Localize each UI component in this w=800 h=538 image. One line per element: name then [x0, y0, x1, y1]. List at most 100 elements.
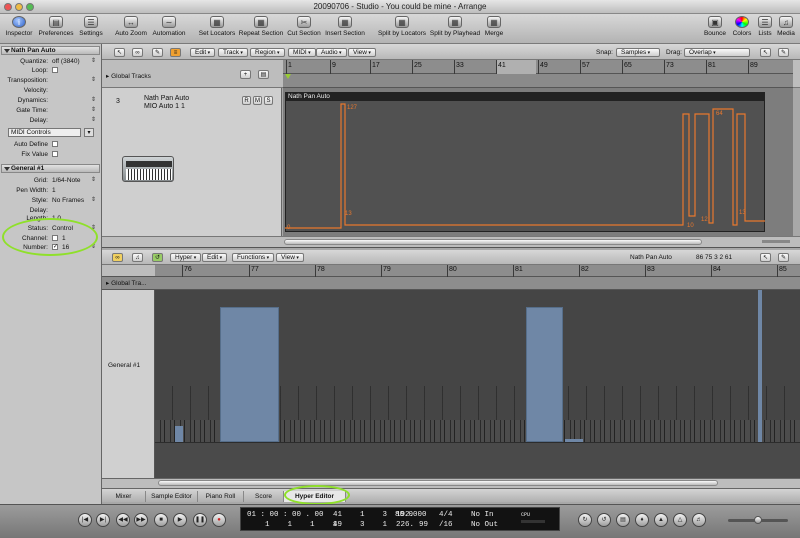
- go-to-start-icon[interactable]: |◀: [78, 513, 92, 527]
- cycle-icon[interactable]: ↻: [578, 513, 592, 527]
- menu-audio[interactable]: Audio: [316, 48, 347, 57]
- replace-icon[interactable]: ▤: [616, 513, 630, 527]
- tab-score[interactable]: Score: [244, 491, 284, 502]
- minimize-icon[interactable]: [15, 3, 23, 11]
- param-quantize[interactable]: Quantize: off (3840) ⇕: [0, 57, 100, 66]
- automation-curve[interactable]: 127 64 13 10 12 13 0: [285, 101, 765, 232]
- tab-sample-editor[interactable]: Sample Editor: [146, 491, 198, 502]
- menu-region[interactable]: Region: [250, 48, 285, 57]
- catch-icon[interactable]: ↺: [152, 253, 163, 262]
- velocity-bar[interactable]: [758, 290, 762, 442]
- flex-icon[interactable]: ≡: [170, 48, 181, 57]
- param-pen-width[interactable]: Pen Width: 1: [0, 186, 100, 195]
- param-delay[interactable]: Delay: ⇕: [0, 116, 100, 125]
- split-by-playhead-button[interactable]: ▦ Split by Playhead: [429, 16, 481, 37]
- lists-button[interactable]: ☰ Lists: [756, 16, 774, 37]
- set-locators-button[interactable]: ▦ Set Locators: [198, 16, 236, 37]
- fast-forward-icon[interactable]: ▶▶: [134, 513, 148, 527]
- param-fix-value[interactable]: Fix Value: [0, 150, 100, 159]
- hyper-editor-canvas[interactable]: [155, 290, 800, 478]
- speaker-icon[interactable]: ♬: [692, 513, 706, 527]
- inspector-button[interactable]: i Inspector: [5, 16, 33, 37]
- pointer-icon[interactable]: ↖: [114, 48, 125, 57]
- pause-icon[interactable]: ❚❚: [193, 513, 207, 527]
- settings-button[interactable]: ☰ Settings: [78, 16, 104, 37]
- zoom-slider[interactable]: [762, 240, 790, 243]
- param-velocity[interactable]: Velocity:: [0, 86, 100, 95]
- menu-he-view[interactable]: View: [276, 253, 304, 262]
- hyper-editor-ruler[interactable]: 76 77 78 79 80 81 82 83 84 85: [155, 265, 800, 277]
- autopunch-icon[interactable]: ↺: [597, 513, 611, 527]
- master-volume-slider[interactable]: [728, 516, 788, 524]
- global-tracks-disclosure[interactable]: ▸ Global Tracks: [106, 72, 151, 80]
- drag-select[interactable]: Overlap: [684, 48, 750, 57]
- he-global-tracks-disclosure[interactable]: ▸ Global Tra...: [106, 279, 146, 287]
- region-parameters-header[interactable]: Nath Pan Auto: [1, 46, 100, 55]
- fix-value-checkbox[interactable]: [52, 151, 58, 157]
- catch-icon[interactable]: ✎: [152, 48, 163, 57]
- link-icon[interactable]: ∞: [112, 253, 123, 262]
- chevron-down-icon[interactable]: ▾: [84, 128, 94, 137]
- menu-track[interactable]: Track: [218, 48, 248, 57]
- snap-select[interactable]: Samples: [616, 48, 660, 57]
- rewind-icon[interactable]: ◀◀: [116, 513, 130, 527]
- auto-zoom-button[interactable]: ↔ Auto Zoom: [115, 16, 147, 37]
- tab-piano-roll[interactable]: Piano Roll: [198, 491, 244, 502]
- volume-knob[interactable]: [754, 516, 762, 524]
- auto-define-checkbox[interactable]: [52, 141, 58, 147]
- region-name[interactable]: Nath Pan Auto: [285, 92, 765, 101]
- param-loop[interactable]: Loop:: [0, 66, 100, 75]
- record-enable-button[interactable]: R: [242, 96, 251, 105]
- tab-mixer[interactable]: Mixer: [102, 491, 146, 502]
- metronome-icon[interactable]: △: [673, 513, 687, 527]
- horizontal-scrollbar[interactable]: [284, 239, 702, 245]
- close-icon[interactable]: [4, 3, 12, 11]
- arrange-ruler[interactable]: 1 9 17 25 33 41 49 57 65 73 81 89: [283, 60, 793, 74]
- param-auto-define[interactable]: Auto Define: [0, 140, 100, 149]
- velocity-bar[interactable]: [526, 307, 563, 442]
- param-style[interactable]: Style: No Frames ⇕: [0, 196, 100, 205]
- bounce-button[interactable]: ▣ Bounce: [702, 16, 728, 37]
- link-icon[interactable]: ∞: [132, 48, 143, 57]
- repeat-section-button[interactable]: ▦ Repeat Section: [238, 16, 284, 37]
- solo-icon[interactable]: ♦: [635, 513, 649, 527]
- zoom-icon[interactable]: [26, 3, 34, 11]
- folder-icon[interactable]: ▤: [258, 70, 269, 79]
- menu-midi[interactable]: MIDI: [288, 48, 316, 57]
- velocity-bar[interactable]: [175, 426, 183, 442]
- pointer-tool-icon[interactable]: ↖: [760, 48, 771, 57]
- media-button[interactable]: ♫ Media: [775, 16, 797, 37]
- param-grid[interactable]: Grid: 1/64-Note ⇕: [0, 176, 100, 185]
- param-dynamics[interactable]: Dynamics: ⇕: [0, 96, 100, 105]
- sync-icon[interactable]: ▲: [654, 513, 668, 527]
- velocity-bar[interactable]: [220, 307, 279, 442]
- solo-button[interactable]: S: [264, 96, 273, 105]
- param-transposition[interactable]: Transposition: ⇕: [0, 76, 100, 85]
- arrange-scroll-bar[interactable]: [102, 236, 800, 248]
- play-icon[interactable]: ▶: [173, 513, 187, 527]
- midi-in-icon[interactable]: ♫: [132, 253, 143, 262]
- cut-section-button[interactable]: ✂ Cut Section: [286, 16, 322, 37]
- insert-section-button[interactable]: ▦ Insert Section: [324, 16, 366, 37]
- midi-controls-dropdown[interactable]: MIDI Controls: [8, 128, 81, 137]
- mute-button[interactable]: M: [253, 96, 262, 105]
- he-horizontal-scrollbar[interactable]: [158, 480, 718, 486]
- go-to-end-icon[interactable]: ▶|: [96, 513, 110, 527]
- pointer-tool-icon[interactable]: ↖: [760, 253, 771, 262]
- pencil-tool-icon[interactable]: ✎: [778, 253, 789, 262]
- stop-icon[interactable]: ■: [154, 513, 168, 527]
- menu-edit[interactable]: Edit: [190, 48, 216, 57]
- loop-checkbox[interactable]: [52, 67, 58, 73]
- add-track-icon[interactable]: +: [240, 70, 251, 79]
- param-gate-time[interactable]: Gate Time: ⇕: [0, 106, 100, 115]
- menu-he-edit[interactable]: Edit: [202, 253, 228, 262]
- menu-hyper[interactable]: Hyper: [170, 253, 202, 262]
- menu-functions[interactable]: Functions: [232, 253, 275, 262]
- pencil-tool-icon[interactable]: ✎: [778, 48, 789, 57]
- track-name[interactable]: Nath Pan Auto: [144, 95, 189, 102]
- automation-button[interactable]: ∼ Automation: [150, 16, 188, 37]
- colors-button[interactable]: Colors: [730, 16, 754, 37]
- preferences-button[interactable]: ▤ Preferences: [38, 16, 74, 37]
- menu-view[interactable]: View: [348, 48, 376, 57]
- record-icon[interactable]: ●: [212, 513, 226, 527]
